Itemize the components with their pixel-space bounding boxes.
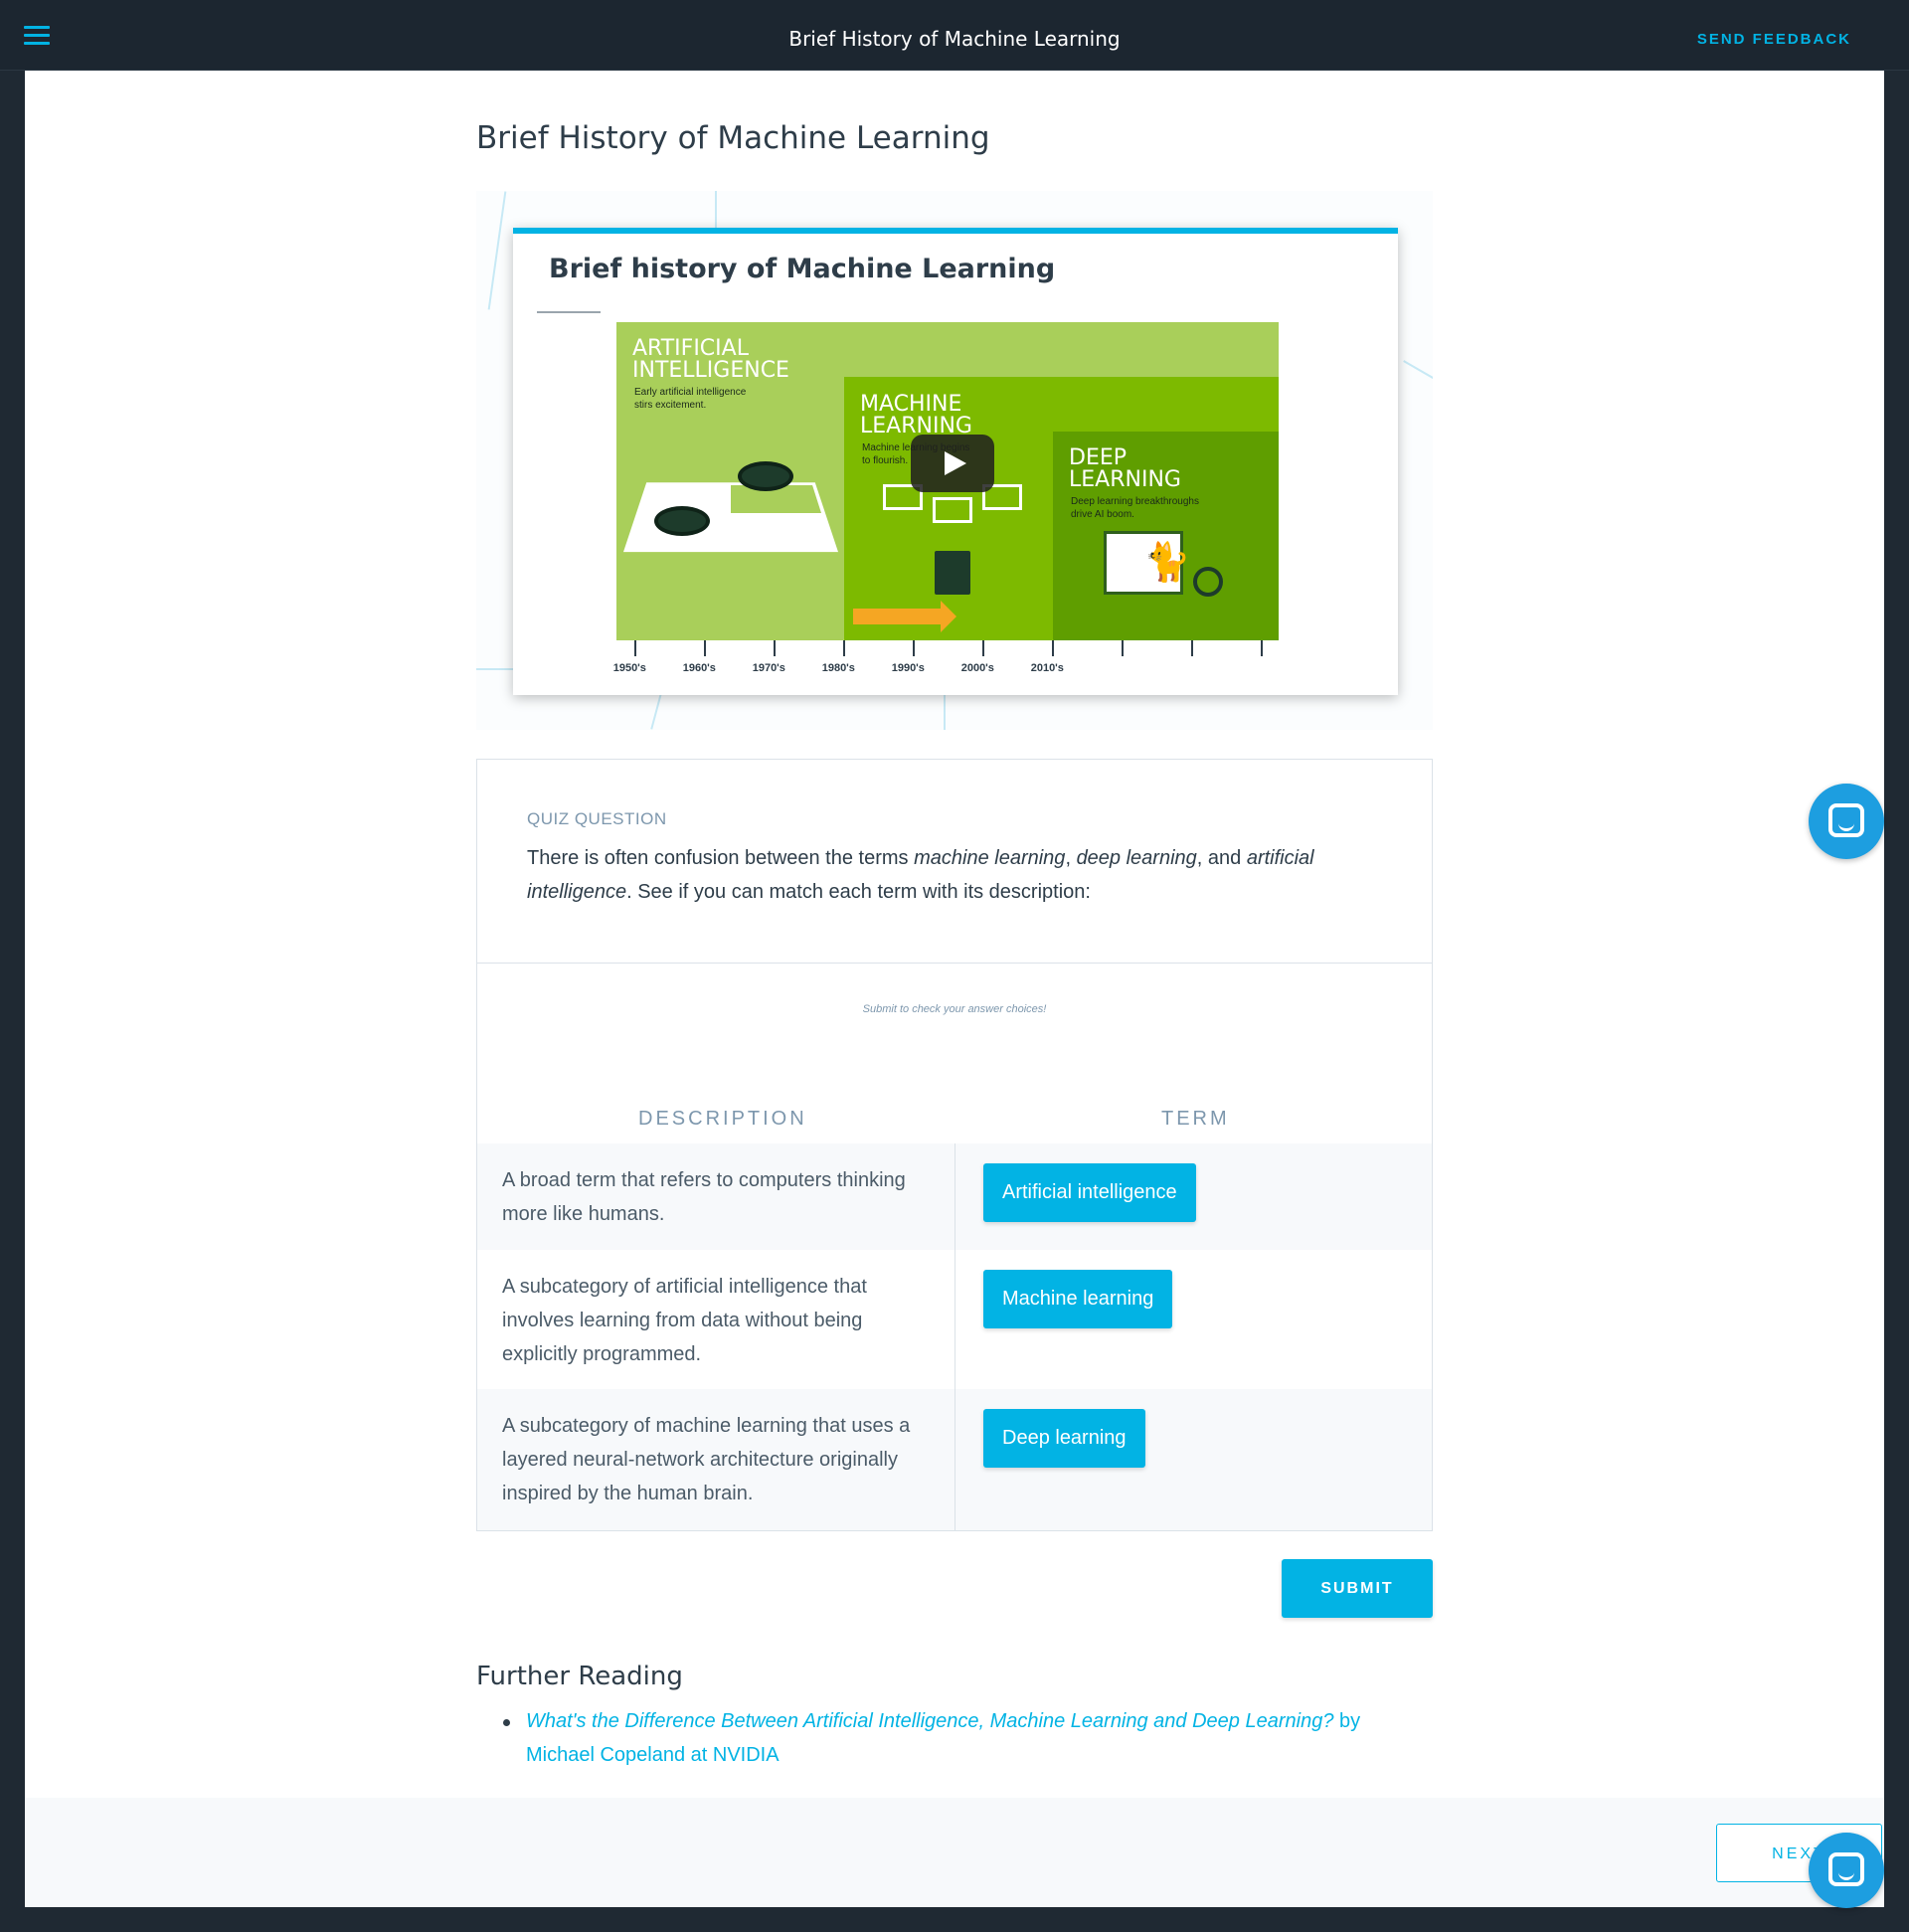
video-player[interactable]: Brief history of Machine Learning ARTIFI… (513, 228, 1398, 695)
chat-icon[interactable] (1809, 784, 1884, 859)
timeline-label: 1950's (612, 662, 646, 674)
chat-bubble-icon (1828, 1852, 1864, 1886)
checker-piece-icon (738, 461, 793, 491)
decoration (944, 693, 946, 730)
send-feedback-link[interactable]: SEND FEEDBACK (1697, 0, 1851, 80)
era-ai-subtitle: Early artificial intelligence stirs exci… (634, 387, 747, 411)
question-term: artificial (1246, 847, 1314, 869)
timeline-tick (774, 640, 776, 656)
column-divider (954, 1143, 955, 1250)
chat-bubble-icon (1828, 803, 1864, 837)
timeline-tick (913, 640, 915, 656)
link-title[interactable]: What's the Difference Between Artificial… (526, 1710, 1333, 1732)
arrow-icon (853, 601, 956, 632)
era-dl-title: DEEP LEARNING (1069, 445, 1181, 492)
timeline: 1950's 1960's 1970's 1980's 1990's 2000'… (612, 640, 1279, 680)
question-text: There is often confusion between the ter… (527, 847, 915, 869)
further-reading-title: Further Reading (476, 1662, 683, 1691)
term-column-header: TERM (1161, 1108, 1230, 1130)
trash-icon (935, 551, 970, 595)
video-thumbnail[interactable]: ARTIFICIAL INTELLIGENCE Early artificial… (616, 322, 1279, 640)
question-term: intelligence (527, 881, 627, 903)
top-bar: Brief History of Machine Learning SEND F… (0, 0, 1909, 71)
match-row: A subcategory of artificial intelligence… (477, 1250, 1432, 1389)
column-divider (954, 1389, 955, 1530)
quiz-question: There is often confusion between the ter… (527, 841, 1382, 909)
submit-hint: Submit to check your answer choices! (862, 1003, 1047, 1015)
heading-underline (537, 311, 601, 313)
term-chip-ai[interactable]: Artificial intelligence (983, 1163, 1196, 1222)
quiz-header: QUIZ QUESTION There is often confusion b… (477, 760, 1432, 964)
question-term: deep learning (1076, 847, 1197, 869)
chat-icon[interactable] (1809, 1833, 1884, 1908)
description-column-header: DESCRIPTION (638, 1108, 807, 1130)
submit-button[interactable]: SUBMIT (1282, 1559, 1433, 1618)
timeline-tick (1052, 640, 1054, 656)
decoration (476, 668, 516, 670)
question-text: , and (1196, 847, 1247, 869)
video-heading: Brief history of Machine Learning (549, 254, 1056, 284)
timeline-tick (1191, 640, 1193, 656)
row-description: A subcategory of machine learning that u… (502, 1415, 911, 1504)
match-row: A broad term that refers to computers th… (477, 1143, 1432, 1250)
term-chip-dl[interactable]: Deep learning (983, 1409, 1145, 1468)
row-description: A subcategory of artificial intelligence… (502, 1276, 867, 1365)
lesson-title: Brief History of Machine Learning (788, 27, 1121, 51)
era-ml-title: MACHINE LEARNING (860, 392, 972, 439)
timeline-tick (634, 640, 636, 656)
row-description: A broad term that refers to computers th… (502, 1169, 906, 1225)
magnifier-icon (1193, 567, 1223, 597)
timeline-label: 1960's (682, 662, 716, 674)
timeline-tick (704, 640, 706, 656)
timeline-tick (982, 640, 984, 656)
quiz-label: QUIZ QUESTION (527, 809, 667, 828)
question-text: . See if you can match each term with it… (626, 881, 1091, 903)
timeline-label: 2000's (960, 662, 994, 674)
question-term: machine learning (914, 847, 1066, 869)
quiz-card: QUIZ QUESTION There is often confusion b… (476, 759, 1433, 1531)
checker-piece-icon (654, 506, 710, 536)
term-chip-ml[interactable]: Machine learning (983, 1270, 1173, 1328)
match-row: A subcategory of machine learning that u… (477, 1389, 1432, 1530)
question-text: , (1065, 847, 1077, 869)
further-reading-link[interactable]: What's the Difference Between Artificial… (526, 1704, 1433, 1772)
column-divider (954, 1250, 955, 1389)
play-icon[interactable] (911, 435, 994, 492)
timeline-tick (1122, 640, 1124, 656)
timeline-tick (843, 640, 845, 656)
lesson-page: Brief History of Machine Learning Brief … (25, 71, 1884, 1907)
timeline-label: 2010's (1030, 662, 1064, 674)
list-bullet (503, 1719, 510, 1726)
page-footer (25, 1798, 1884, 1907)
era-ai-title: ARTIFICIAL INTELLIGENCE (632, 336, 789, 383)
timeline-tick (1261, 640, 1263, 656)
cat-icon: 🐈 (1143, 542, 1191, 584)
decoration (1403, 360, 1433, 382)
decoration (487, 191, 507, 310)
page-title: Brief History of Machine Learning (476, 120, 990, 156)
video-area: Brief history of Machine Learning ARTIFI… (476, 191, 1433, 730)
timeline-label: 1980's (821, 662, 855, 674)
decoration (650, 693, 662, 730)
timeline-label: 1970's (752, 662, 785, 674)
era-dl-subtitle: Deep learning breakthroughs drive AI boo… (1071, 496, 1199, 520)
timeline-label: 1990's (891, 662, 925, 674)
envelope-icon (933, 497, 972, 523)
